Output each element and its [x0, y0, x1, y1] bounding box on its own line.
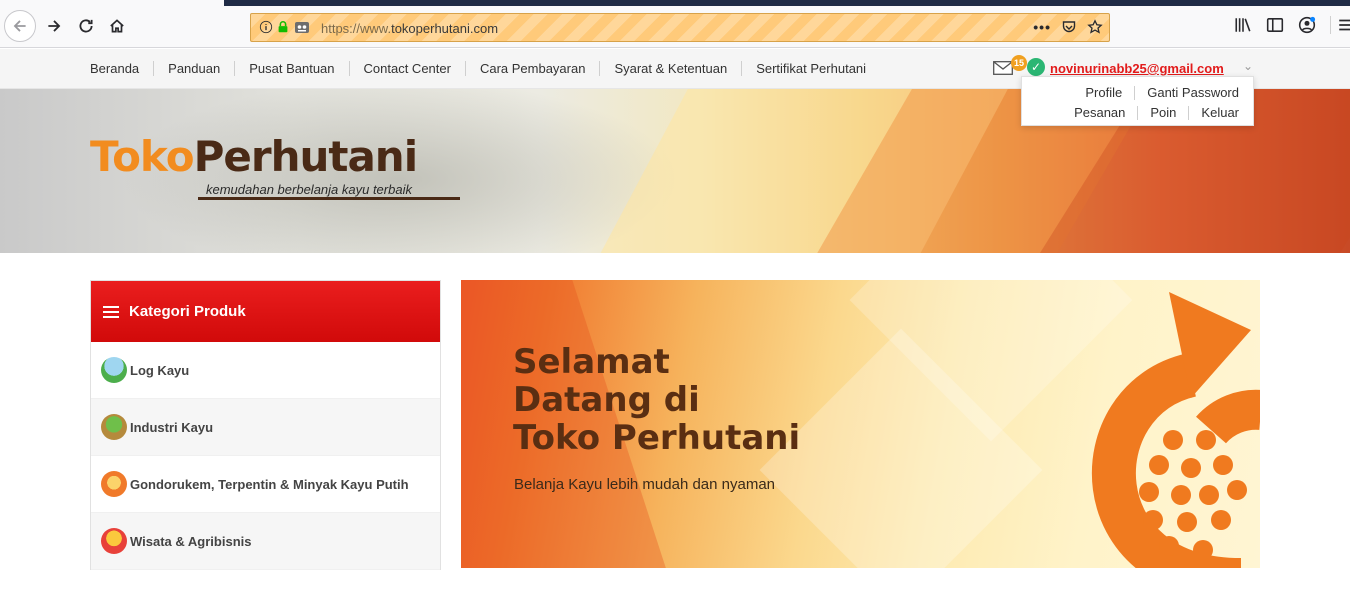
- url-protocol: https://www.: [321, 21, 392, 36]
- library-button[interactable]: [1234, 16, 1252, 34]
- welcome-banner[interactable]: Selamat Datang di Toko Perhutani Belanja…: [461, 280, 1260, 568]
- perhutani-emblem-icon: [1091, 292, 1260, 568]
- logo-text-perhutani: Perhutani: [193, 132, 418, 181]
- menu-item-ganti-password[interactable]: Ganti Password: [1134, 86, 1239, 100]
- tracker-icon[interactable]: [293, 19, 311, 35]
- category-label: Industri Kayu: [130, 419, 214, 435]
- sidebar-button[interactable]: [1266, 16, 1284, 34]
- account-button[interactable]: [1298, 16, 1316, 34]
- menu-item-pesanan[interactable]: Pesanan: [1062, 106, 1137, 120]
- welcome-subtitle: Belanja Kayu lebih mudah dan nyaman: [514, 476, 776, 493]
- verified-check-icon: ✓: [1027, 58, 1045, 76]
- address-bar[interactable]: https://www.tokoperhutani.com •••: [250, 13, 1110, 42]
- url-domain: tokoperhutani.com: [391, 21, 499, 36]
- gondorukem-icon: [101, 471, 127, 497]
- nav-link-panduan[interactable]: Panduan: [153, 61, 234, 76]
- nav-link-sertifikat[interactable]: Sertifikat Perhutani: [741, 61, 880, 76]
- category-item-wisata[interactable]: Wisata & Agribisnis: [91, 513, 440, 570]
- category-header: Kategori Produk: [91, 281, 440, 342]
- user-menu-row-2: Pesanan Poin Keluar: [1062, 106, 1239, 120]
- notification-badge: 15: [1011, 55, 1027, 71]
- tab-strip: [224, 0, 1350, 6]
- nav-link-beranda[interactable]: Beranda: [90, 61, 153, 76]
- forward-button[interactable]: [40, 12, 68, 40]
- user-dropdown-menu: Profile Ganti Password Pesanan Poin Kelu…: [1021, 76, 1254, 126]
- lock-icon[interactable]: [276, 20, 290, 34]
- library-icon: [1235, 18, 1251, 32]
- menu-item-poin[interactable]: Poin: [1137, 106, 1188, 120]
- menu-button[interactable]: [1330, 16, 1350, 34]
- welcome-title: Selamat Datang di Toko Perhutani: [513, 342, 801, 458]
- site-logo[interactable]: TokoPerhutani: [90, 132, 418, 181]
- user-email-link[interactable]: novinurinabb25@gmail.com: [1050, 61, 1224, 76]
- logo-underline: [198, 197, 460, 200]
- nav-link-cara-pembayaran[interactable]: Cara Pembayaran: [464, 61, 600, 76]
- back-button[interactable]: [4, 10, 36, 42]
- chevron-down-icon[interactable]: ⌄: [1243, 59, 1253, 73]
- pocket-icon[interactable]: [1061, 19, 1077, 35]
- hamburger-menu-icon: [1339, 19, 1350, 31]
- category-label: Gondorukem, Terpentin & Minyak Kayu Puti…: [130, 476, 409, 492]
- page-actions-icon[interactable]: •••: [1033, 19, 1051, 35]
- industri-kayu-icon: [101, 414, 127, 440]
- category-item-industri-kayu[interactable]: Industri Kayu: [91, 399, 440, 456]
- home-icon: [110, 19, 124, 33]
- menu-item-keluar[interactable]: Keluar: [1188, 106, 1239, 120]
- nav-link-pusat-bantuan[interactable]: Pusat Bantuan: [234, 61, 348, 76]
- browser-toolbar: https://www.tokoperhutani.com •••: [0, 0, 1350, 48]
- user-menu-row-1: Profile Ganti Password: [1073, 86, 1239, 100]
- logo-tagline: kemudahan berbelanja kayu terbaik: [206, 182, 412, 197]
- nav-link-syarat-ketentuan[interactable]: Syarat & Ketentuan: [599, 61, 741, 76]
- list-icon: [103, 305, 119, 318]
- mail-icon[interactable]: [993, 61, 1013, 75]
- logo-text-toko: Toko: [90, 132, 195, 181]
- arrow-left-icon: [13, 20, 26, 32]
- menu-item-profile[interactable]: Profile: [1073, 86, 1134, 100]
- nav-link-contact-center[interactable]: Contact Center: [348, 61, 465, 76]
- bookmark-star-icon[interactable]: [1087, 19, 1103, 35]
- info-icon[interactable]: [259, 20, 273, 34]
- top-nav-links: Beranda Panduan Pusat Bantuan Contact Ce…: [90, 61, 880, 76]
- category-title: Kategori Produk: [129, 303, 246, 320]
- wisata-icon: [101, 528, 127, 554]
- category-label: Wisata & Agribisnis: [130, 533, 252, 549]
- category-item-gondorukem[interactable]: Gondorukem, Terpentin & Minyak Kayu Puti…: [91, 456, 440, 513]
- category-item-log-kayu[interactable]: Log Kayu: [91, 342, 440, 399]
- url-text[interactable]: https://www.tokoperhutani.com: [321, 21, 498, 36]
- account-icon: [1298, 16, 1316, 34]
- home-button[interactable]: [103, 12, 131, 40]
- category-sidebar: Kategori Produk Log Kayu Industri Kayu G…: [90, 280, 441, 570]
- category-label: Log Kayu: [130, 362, 190, 378]
- arrow-right-icon: [48, 20, 61, 32]
- log-kayu-icon: [101, 357, 127, 383]
- sidebar-icon: [1266, 18, 1284, 32]
- reload-icon: [79, 19, 93, 33]
- reload-button[interactable]: [72, 12, 100, 40]
